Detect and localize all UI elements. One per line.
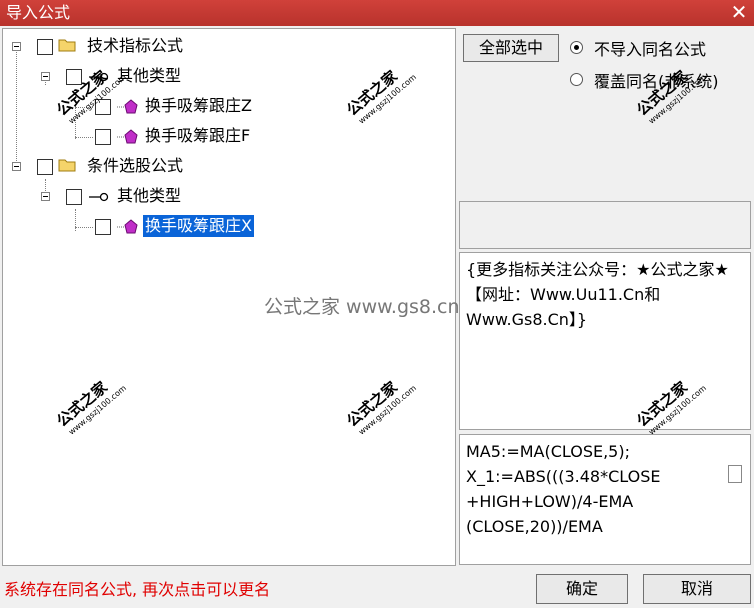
radio-no-import[interactable] xyxy=(570,41,583,54)
tree-node-other-types[interactable]: 其他类型 xyxy=(3,65,453,87)
tree-node-formula-z[interactable]: 换手吸筹跟庄Z xyxy=(3,95,453,117)
key-icon xyxy=(89,192,109,202)
ok-button[interactable]: 确定 xyxy=(536,574,628,604)
title-bar: 导入公式 ✕ xyxy=(0,0,754,26)
tree-node-formula-x[interactable]: 换手吸筹跟庄X xyxy=(3,215,453,237)
close-icon[interactable]: ✕ xyxy=(728,2,750,23)
tree-node-screen-formulas[interactable]: 条件选股公式 xyxy=(3,155,453,177)
checkbox[interactable] xyxy=(66,189,82,205)
tree-node-label: 换手吸筹跟庄Z xyxy=(145,96,252,115)
tree-node-tech-formulas[interactable]: 技术指标公式 xyxy=(3,35,453,57)
tree-node-label: 换手吸筹跟庄X xyxy=(143,215,254,237)
radio-overwrite[interactable] xyxy=(570,73,583,86)
center-watermark: 公式之家 www.gs8.cn xyxy=(264,296,460,318)
scroll-thumb[interactable] xyxy=(728,465,742,483)
tree-node-label: 其他类型 xyxy=(117,66,182,85)
code-line: MA5:=MA(CLOSE,5); xyxy=(466,442,630,461)
tree-node-label: 其他类型 xyxy=(117,186,182,205)
status-message: 系统存在同名公式, 再次点击可以更名 xyxy=(4,580,271,599)
checkbox[interactable] xyxy=(95,129,111,145)
folder-icon xyxy=(58,159,76,172)
code-line: (CLOSE,20))/EMA xyxy=(466,517,603,536)
window-title: 导入公式 xyxy=(6,3,71,22)
description-text: {更多指标关注公众号：★公式之家★ 【网址：Www.Uu11.Cn和Www.Gs… xyxy=(466,260,729,329)
tree-node-other-types-2[interactable]: 其他类型 xyxy=(3,185,453,207)
radio-no-import-label[interactable]: 不导入同名公式 xyxy=(594,36,706,60)
formula-icon xyxy=(117,99,138,114)
tree-node-label: 条件选股公式 xyxy=(87,156,184,175)
checkbox[interactable] xyxy=(37,39,53,55)
tree-node-formula-f[interactable]: 换手吸筹跟庄F xyxy=(3,125,453,147)
collapse-icon[interactable] xyxy=(41,72,50,81)
tree-node-label: 换手吸筹跟庄F xyxy=(145,126,251,145)
formula-icon xyxy=(117,219,138,234)
code-line: +HIGH+LOW)/4-EMA xyxy=(466,492,634,511)
collapse-icon[interactable] xyxy=(12,162,21,171)
checkbox[interactable] xyxy=(37,159,53,175)
folder-icon xyxy=(58,39,76,52)
checkbox[interactable] xyxy=(95,219,111,235)
checkbox[interactable] xyxy=(66,69,82,85)
cancel-button[interactable]: 取消 xyxy=(643,574,751,604)
formula-code-box[interactable]: MA5:=MA(CLOSE,5); X_1:=ABS(((3.48*CLOSE … xyxy=(459,434,751,565)
key-icon xyxy=(89,72,109,82)
select-all-button[interactable]: 全部选中 xyxy=(463,34,559,62)
name-field[interactable] xyxy=(459,201,751,249)
tree-node-label: 技术指标公式 xyxy=(87,36,184,55)
checkbox[interactable] xyxy=(95,99,111,115)
code-line: X_1:=ABS(((3.48*CLOSE xyxy=(466,467,661,486)
radio-overwrite-label[interactable]: 覆盖同名(非系统) xyxy=(594,68,719,92)
collapse-icon[interactable] xyxy=(12,42,21,51)
formula-icon xyxy=(117,129,138,144)
description-box: {更多指标关注公众号：★公式之家★ 【网址：Www.Uu11.Cn和Www.Gs… xyxy=(459,252,751,430)
collapse-icon[interactable] xyxy=(41,192,50,201)
